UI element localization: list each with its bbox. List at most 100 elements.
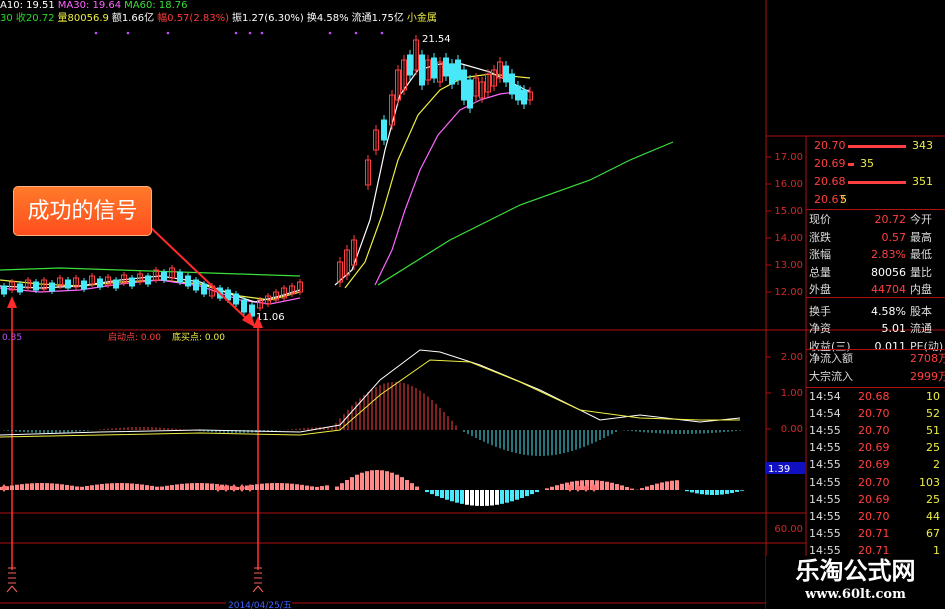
tick-volume: 103 (919, 475, 940, 489)
signal-marker-leg (6, 585, 13, 593)
signal-dot (94, 31, 98, 35)
osc-bar (30, 483, 34, 490)
flow-row: 净流入额 2708万 (806, 351, 945, 366)
tick-volume: 25 (926, 492, 940, 506)
osc-bar (175, 484, 179, 490)
candle (185, 275, 191, 287)
quote-label-secondary: 量比 (910, 265, 932, 279)
order-book-row: 20.67 5 (806, 192, 945, 207)
osc-bar (535, 490, 539, 493)
quote-label: 涨跌 (809, 230, 831, 244)
panel-separator (806, 297, 945, 298)
osc-bar (720, 490, 724, 495)
signal-dot (166, 31, 170, 35)
osc-bar (105, 483, 109, 490)
macd-axis-label: 2.00 (781, 352, 803, 363)
signal-marker-leg (11, 585, 18, 593)
osc-bar (735, 490, 739, 492)
osc-bar (305, 485, 309, 490)
osc-bar (335, 486, 339, 490)
quote-label-secondary: 流通 (910, 322, 932, 335)
osc-bar (130, 483, 134, 490)
quote-label-0: 30 收20.72 (0, 13, 55, 24)
osc-bar (325, 485, 329, 490)
macd-axis-label: 0.00 (781, 424, 803, 435)
chart-canvas[interactable]: 17.00 16.00 15.00 14.00 13.00 12.00 2.00 1.00 0.… (0, 0, 945, 609)
quote-label-secondary: 最低 (910, 248, 932, 261)
order-book-volume: 35 (860, 157, 874, 170)
quote-value: 80056 (871, 265, 906, 279)
osc-bar (725, 490, 729, 494)
macd-title-1: 底买点: 0.00 (172, 331, 225, 343)
osc-bar (220, 484, 224, 490)
candle (17, 283, 23, 293)
osc-bar (450, 490, 454, 502)
order-book-volume: 351 (912, 175, 933, 188)
quote-value: 4.58% (871, 304, 906, 318)
tick-price: 20.70 (858, 475, 890, 489)
ma-label-2: MA60: 18.76 (124, 0, 188, 11)
osc-bar (530, 490, 534, 495)
osc-bar (210, 483, 214, 490)
low-price-label: 11.06 (256, 312, 285, 323)
osc-bar (705, 490, 709, 495)
osc-bar (365, 471, 369, 490)
candle (113, 279, 119, 289)
osc-bar (625, 486, 629, 490)
tick-row: 14:55 20.69 2 (806, 457, 945, 472)
osc-bar (640, 488, 644, 490)
osc-bar (465, 490, 469, 505)
osc-bar (650, 484, 654, 490)
order-book-row: 20.70 343 (806, 138, 945, 153)
osc-bar (60, 484, 64, 490)
tick-volume: 67 (926, 526, 940, 540)
tick-row: 14:55 20.69 25 (806, 492, 945, 507)
osc-bar (400, 477, 404, 490)
quote-label-secondary: 今开 (910, 213, 932, 226)
signal-dot (126, 31, 130, 35)
tick-price: 20.71 (858, 526, 890, 540)
quote-label-secondary: 最高 (910, 230, 932, 244)
macd-left-value: 0.35 (2, 333, 22, 343)
signal-callout: 成功的信号 (13, 186, 152, 236)
tick-price: 20.70 (858, 407, 890, 421)
signal-marker-leg (252, 585, 259, 593)
candle (431, 57, 437, 79)
osc-bar (555, 485, 559, 490)
osc-bar (670, 480, 674, 490)
candle (193, 279, 199, 291)
signal-arrow-left (7, 296, 17, 308)
osc-bar (630, 488, 634, 490)
ma-line-right-2 (334, 63, 531, 286)
osc-bar (495, 490, 499, 505)
osc-bar (440, 490, 444, 498)
signal-marker-leg (257, 585, 264, 593)
osc-bar (675, 480, 679, 490)
osc-bar (15, 484, 19, 490)
osc-bar (485, 490, 489, 506)
candle (201, 283, 207, 295)
osc-bar (515, 490, 519, 500)
quote-value: 20.72 (874, 213, 907, 226)
order-book-row: 20.68 351 (806, 174, 945, 189)
signal-dot (354, 31, 358, 35)
tick-time: 14:55 (809, 526, 841, 540)
osc-bar (390, 472, 394, 490)
ma-info-line: A10: 19.51 MA30: 19.64 MA60: 18.76 (0, 0, 191, 12)
tick-time: 14:54 (809, 390, 841, 403)
quote-value: 2.83% (871, 248, 906, 261)
tick-price: 20.70 (858, 424, 890, 438)
quote-value: 44704 (871, 283, 906, 296)
osc-bar (115, 483, 119, 490)
order-book-volume: 343 (912, 139, 933, 152)
osc-bar (425, 490, 429, 493)
watermark-site-name: 乐淘公式网 (795, 557, 916, 585)
macd-title-0: 启动点: 0.00 (108, 331, 161, 343)
watermark: 乐淘公式网 www.60lt.com (766, 556, 945, 609)
osc-bar (140, 484, 144, 490)
candle (515, 85, 521, 101)
candle (467, 79, 473, 109)
osc-bar (35, 483, 39, 490)
candle (1, 285, 7, 295)
signal-dot (260, 31, 264, 35)
